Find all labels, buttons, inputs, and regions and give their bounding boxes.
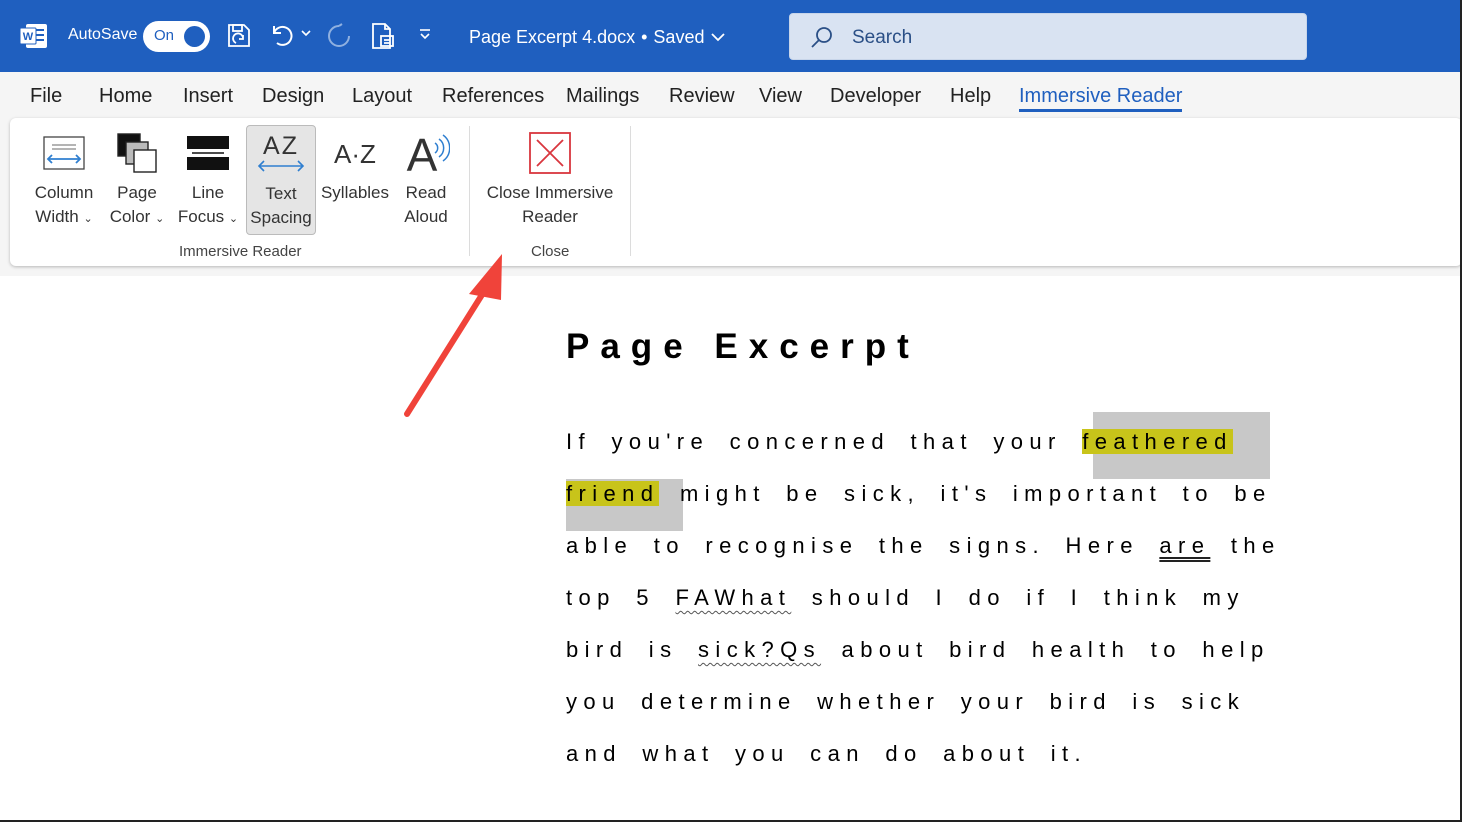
syllables-label: Syllables: [320, 183, 390, 202]
tab-immersive-reader[interactable]: Immersive Reader: [1019, 85, 1183, 112]
document-title[interactable]: Page Excerpt 4.docx • Saved: [469, 26, 726, 48]
line-focus-label-1: Line: [191, 183, 225, 202]
page-color-label-2: Color ⌄: [109, 207, 165, 226]
spelling-flagged-word[interactable]: sick?Qs: [698, 637, 821, 662]
annotation-arrow: [395, 250, 525, 425]
group-label-immersive-reader: Immersive Reader: [179, 243, 302, 260]
svg-text:A·Z: A·Z: [334, 139, 376, 169]
close-immersive-label-1: Close Immersive: [486, 183, 614, 202]
grammar-flagged-word[interactable]: are: [1159, 533, 1210, 558]
read-aloud-button[interactable]: A Read Aloud: [396, 125, 456, 235]
page-title: Page Excerpt: [566, 327, 920, 366]
autosave-toggle[interactable]: On: [143, 21, 210, 52]
close-immersive-reader-button[interactable]: Close Immersive Reader: [480, 125, 620, 235]
close-immersive-label-2: Reader: [522, 207, 578, 226]
spelling-flagged-word[interactable]: FAWhat: [675, 585, 791, 610]
search-box[interactable]: Search: [789, 13, 1307, 60]
read-aloud-icon: A: [402, 125, 450, 181]
tab-file[interactable]: File: [30, 85, 62, 108]
svg-text:AZ: AZ: [263, 132, 299, 160]
tab-developer[interactable]: Developer: [830, 85, 921, 108]
ribbon-group-separator: [630, 126, 631, 256]
text-spacing-label-1: Text: [265, 184, 297, 203]
search-icon: [810, 25, 834, 54]
tab-help[interactable]: Help: [950, 85, 991, 108]
redo-icon[interactable]: [325, 22, 353, 50]
page-color-icon: [115, 125, 159, 181]
page-color-button[interactable]: Page Color ⌄: [104, 125, 170, 235]
tab-view[interactable]: View: [759, 85, 802, 108]
tab-review[interactable]: Review: [669, 85, 735, 108]
search-placeholder: Search: [852, 27, 913, 48]
autosave-toggle-state: On: [154, 27, 175, 44]
title-bar: W AutoSave On Page Excerpt 4.docx • Save…: [0, 0, 1462, 72]
undo-icon[interactable]: [268, 22, 296, 48]
paragraph-line: able to recognise the signs. Here are th…: [566, 533, 1281, 558]
group-label-close: Close: [531, 243, 570, 260]
paragraph-line: friend might be sick, it's important to …: [566, 481, 1272, 506]
paragraph-line: If you're concerned that your feathered: [566, 429, 1233, 454]
text-spacing-icon: AZ: [255, 126, 307, 182]
column-width-button[interactable]: Column Width ⌄: [26, 125, 102, 235]
save-sync-icon[interactable]: [226, 22, 252, 50]
toggle-knob: [184, 26, 205, 47]
tab-home[interactable]: Home: [99, 85, 152, 108]
line-focus-icon: [186, 125, 230, 181]
syllables-icon: A·Z: [330, 125, 380, 181]
word-logo-icon: W: [20, 23, 48, 49]
column-width-icon: [42, 125, 86, 181]
tab-layout[interactable]: Layout: [352, 85, 412, 108]
line-focus-label-2: Focus ⌄: [177, 207, 239, 226]
syllables-button[interactable]: A·Z Syllables: [320, 125, 390, 235]
saved-status: Saved: [653, 26, 705, 47]
paragraph-line: top 5 FAWhat should I do if I think my: [566, 585, 1245, 610]
tab-references[interactable]: References: [442, 85, 544, 108]
paragraph-line: bird is sick?Qs about bird health to hel…: [566, 637, 1270, 662]
ribbon: Column Width ⌄ Page Color ⌄ Line Focus ⌄: [10, 118, 1462, 266]
text-spacing-label-2: Spacing: [250, 208, 312, 227]
print-layout-icon[interactable]: [370, 21, 396, 51]
close-icon: [527, 125, 573, 181]
text-spacing-button[interactable]: AZ Text Spacing: [246, 125, 316, 235]
svg-text:A: A: [407, 129, 438, 177]
paragraph-line: and what you can do about it.: [566, 741, 1088, 766]
column-width-label-2: Width ⌄: [35, 207, 93, 226]
tab-design[interactable]: Design: [262, 85, 324, 108]
column-width-label-1: Column: [34, 183, 94, 202]
title-separator: •: [641, 26, 648, 47]
svg-text:W: W: [23, 31, 34, 43]
highlighted-word: feathered: [1082, 429, 1233, 454]
ribbon-group-separator: [469, 126, 470, 256]
line-focus-button[interactable]: Line Focus ⌄: [174, 125, 242, 235]
page-color-label-1: Page: [117, 183, 157, 202]
tab-insert[interactable]: Insert: [183, 85, 233, 108]
title-chevron-down-icon: [711, 33, 726, 42]
document-name: Page Excerpt 4.docx: [469, 26, 636, 47]
highlighted-word: friend: [566, 481, 660, 506]
paragraph-line: you determine whether your bird is sick: [566, 689, 1246, 714]
autosave-label: AutoSave: [68, 26, 138, 43]
tab-mailings[interactable]: Mailings: [566, 85, 639, 108]
undo-dropdown-chevron-icon[interactable]: [300, 28, 312, 38]
read-aloud-label-2: Aloud: [404, 207, 448, 226]
read-aloud-label-1: Read: [405, 183, 447, 202]
customize-toolbar-icon[interactable]: [418, 29, 432, 41]
ribbon-tabs: File Home Insert Design Layout Reference…: [0, 72, 1462, 118]
